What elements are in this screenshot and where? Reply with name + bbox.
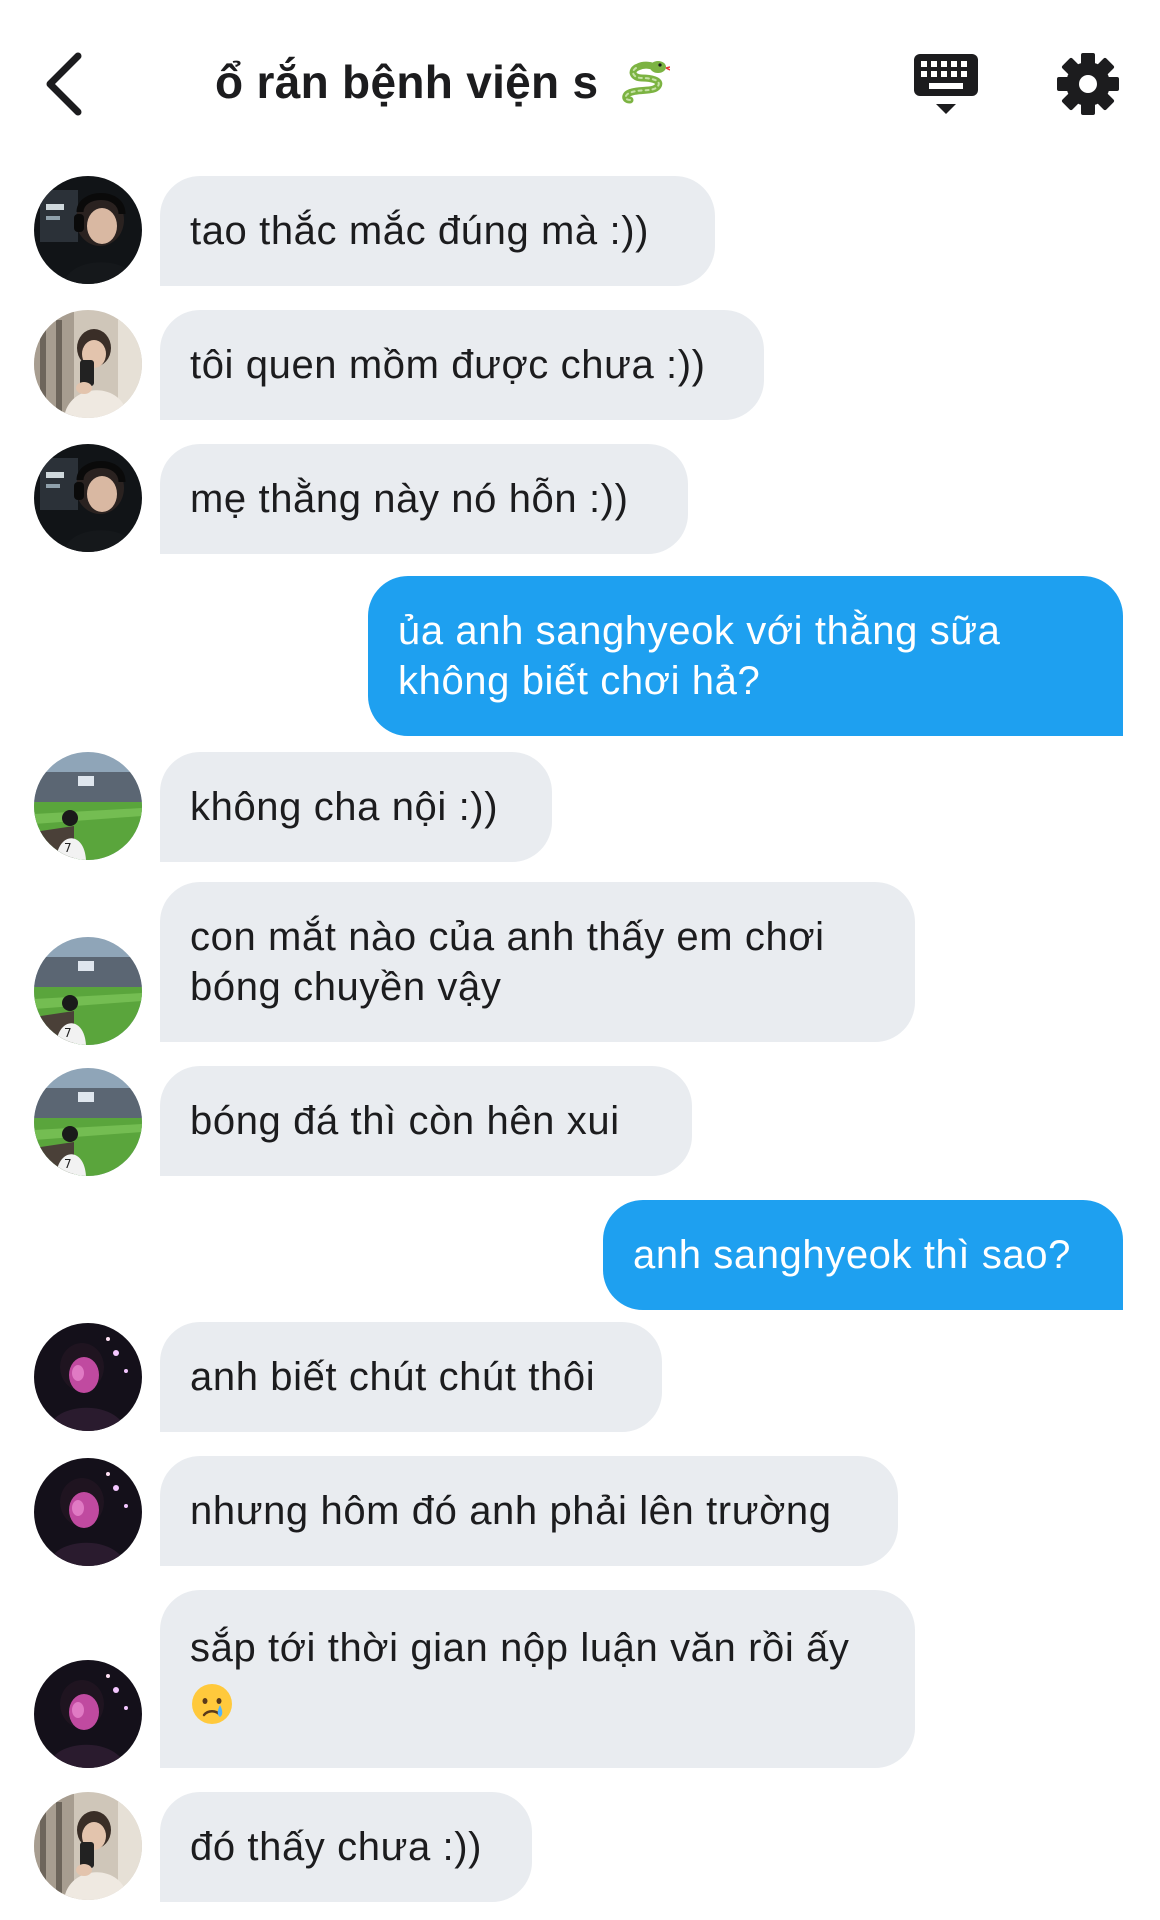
settings-button[interactable] bbox=[1056, 52, 1120, 116]
avatar-stadium-image: 7 bbox=[34, 937, 142, 1045]
message-text: sắp tới thời gian nộp luận văn rồi ấy bbox=[190, 1626, 850, 1670]
avatar-selfie-image bbox=[34, 1792, 142, 1900]
avatar[interactable] bbox=[34, 176, 142, 284]
chat-title-text: ổ rắn bệnh viện s bbox=[215, 56, 599, 108]
avatar[interactable] bbox=[34, 1458, 142, 1566]
avatar[interactable] bbox=[34, 444, 142, 552]
message-text: không cha nội :)) bbox=[190, 785, 499, 829]
avatar-gamer-image bbox=[34, 444, 142, 552]
avatar[interactable]: 7 bbox=[34, 1068, 142, 1176]
message-bubble-incoming[interactable]: tao thắc mắc đúng mà :)) bbox=[160, 176, 715, 286]
crying-face-emoji-icon bbox=[192, 1684, 232, 1724]
snake-emoji-icon bbox=[621, 61, 670, 104]
message-bubble-incoming[interactable]: nhưng hôm đó anh phải lên trường bbox=[160, 1456, 898, 1566]
message-text: anh sanghyeok thì sao? bbox=[633, 1233, 1071, 1277]
message-bubble-outgoing[interactable]: anh sanghyeok thì sao? bbox=[603, 1200, 1123, 1310]
message-text: con mắt nào của anh thấy em chơi bbox=[190, 915, 825, 959]
avatar[interactable] bbox=[34, 1660, 142, 1768]
message-text: tao thắc mắc đúng mà :)) bbox=[190, 209, 650, 253]
message-text: bóng đá thì còn hên xui bbox=[190, 1099, 620, 1143]
avatar-night-portrait-image bbox=[34, 1660, 142, 1768]
message-text: không biết chơi hả? bbox=[398, 659, 761, 703]
chat-header: ổ rắn bệnh viện s bbox=[0, 0, 1160, 170]
message-emoji bbox=[190, 1673, 885, 1735]
svg-text:7: 7 bbox=[64, 1026, 72, 1040]
message-text: nhưng hôm đó anh phải lên trường bbox=[190, 1489, 832, 1533]
avatar[interactable]: 7 bbox=[34, 752, 142, 860]
message-bubble-incoming[interactable]: con mắt nào của anh thấy em chơi bóng ch… bbox=[160, 882, 915, 1042]
message-text: anh biết chút chút thôi bbox=[190, 1355, 596, 1399]
avatar[interactable] bbox=[34, 1792, 142, 1900]
message-text: mẹ thằng này nó hỗn :)) bbox=[190, 477, 629, 521]
avatar-gamer-image bbox=[34, 176, 142, 284]
svg-text:7: 7 bbox=[64, 1157, 72, 1171]
message-text: đó thấy chưa :)) bbox=[190, 1825, 483, 1869]
message-bubble-incoming[interactable]: anh biết chút chút thôi bbox=[160, 1322, 662, 1432]
message-bubble-incoming[interactable]: sắp tới thời gian nộp luận văn rồi ấy bbox=[160, 1590, 915, 1768]
message-bubble-outgoing[interactable]: ủa anh sanghyeok với thằng sữa không biế… bbox=[368, 576, 1123, 736]
message-bubble-incoming[interactable]: đó thấy chưa :)) bbox=[160, 1792, 532, 1902]
svg-text:7: 7 bbox=[64, 841, 72, 855]
avatar[interactable] bbox=[34, 1323, 142, 1431]
message-bubble-incoming[interactable]: bóng đá thì còn hên xui bbox=[160, 1066, 692, 1176]
avatar-night-portrait-image bbox=[34, 1458, 142, 1566]
message-bubble-incoming[interactable]: tôi quen mồm được chưa :)) bbox=[160, 310, 764, 420]
avatar-stadium-image: 7 bbox=[34, 752, 142, 860]
keyboard-icon bbox=[914, 54, 978, 114]
message-text: tôi quen mồm được chưa :)) bbox=[190, 343, 706, 387]
message-bubble-incoming[interactable]: không cha nội :)) bbox=[160, 752, 552, 862]
chevron-left-icon bbox=[46, 52, 82, 116]
message-bubble-incoming[interactable]: mẹ thằng này nó hỗn :)) bbox=[160, 444, 688, 554]
back-button[interactable] bbox=[38, 48, 98, 120]
avatar[interactable]: 7 bbox=[34, 937, 142, 1045]
keyboard-button[interactable] bbox=[912, 52, 980, 118]
avatar-stadium-image: 7 bbox=[34, 1068, 142, 1176]
gear-icon bbox=[1057, 53, 1119, 115]
message-text: ủa anh sanghyeok với thằng sữa bbox=[398, 609, 1001, 653]
avatar-night-portrait-image bbox=[34, 1323, 142, 1431]
avatar[interactable] bbox=[34, 310, 142, 418]
avatar-selfie-image bbox=[34, 310, 142, 418]
message-text: bóng chuyền vậy bbox=[190, 965, 502, 1009]
chat-title: ổ rắn bệnh viện s bbox=[215, 55, 670, 109]
